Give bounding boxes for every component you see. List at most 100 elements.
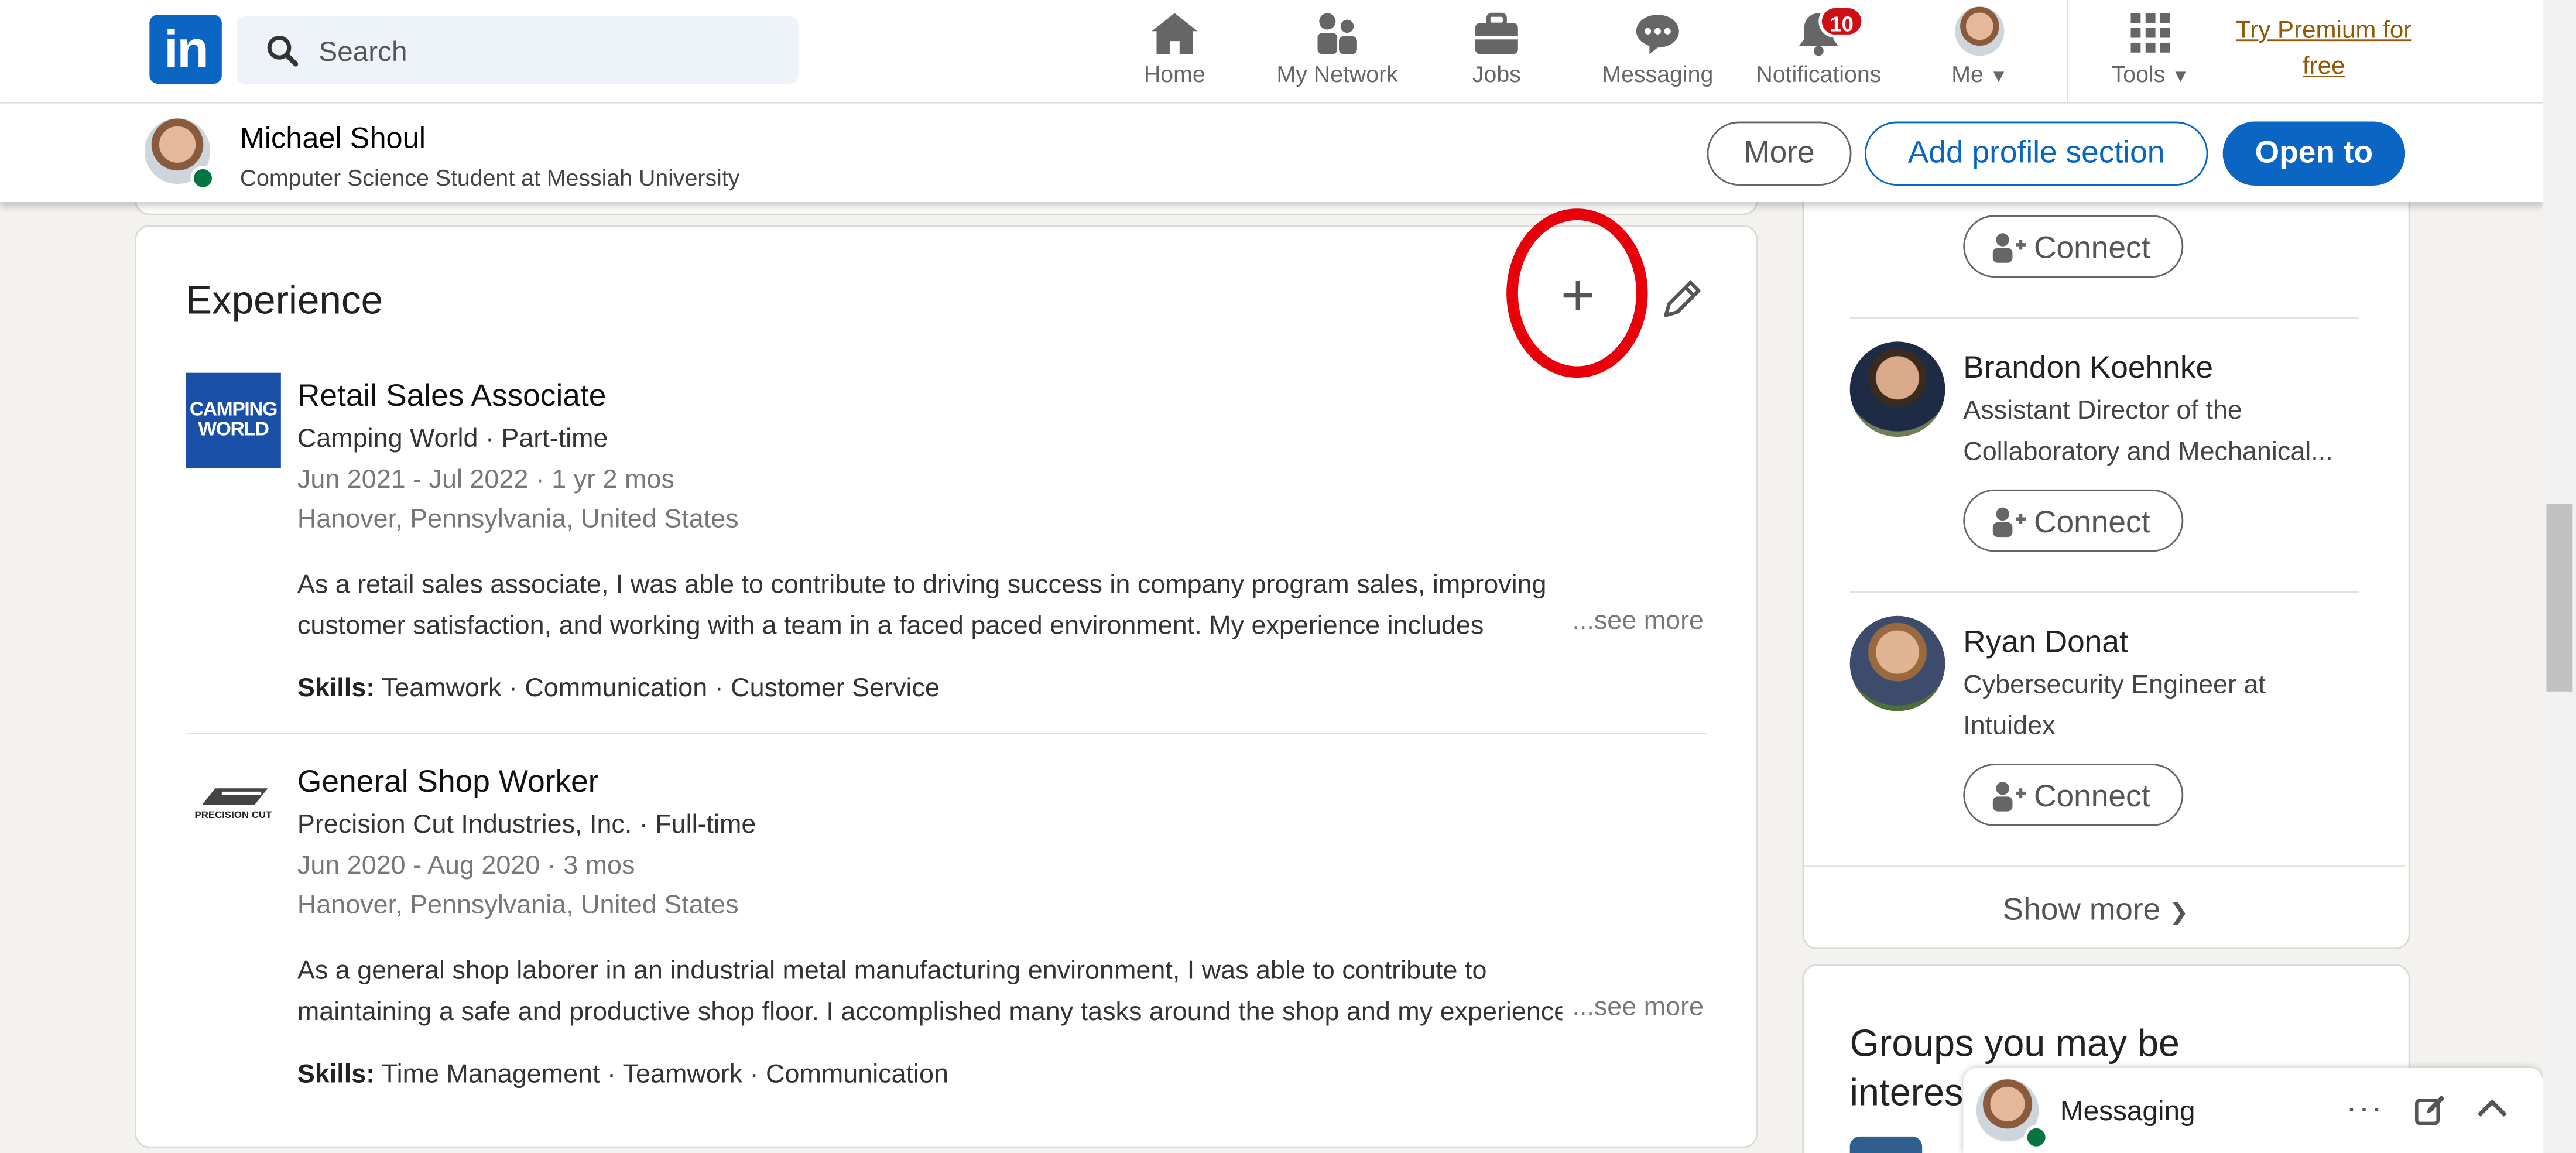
person-name[interactable]: Brandon Koehnke (1963, 351, 2213, 388)
experience-description: As a retail sales associate, I was able … (297, 567, 1563, 647)
chevron-up-icon[interactable] (2476, 1097, 2509, 1120)
nav-my-network[interactable]: My Network (1262, 6, 1413, 95)
experience-skills: Skills: Time Management · Teamwork · Com… (297, 1061, 948, 1090)
group-thumbnail[interactable] (1849, 1136, 1923, 1153)
logo-text: PRECISION CUT (194, 811, 272, 822)
connect-label: Connect (2033, 780, 2150, 815)
messaging-bar[interactable] (1963, 1068, 2543, 1153)
person-headline-line: Collaboratory and Mechanical... (1963, 437, 2333, 466)
experience-dates: Jun 2021 - Jul 2022 · 1 yr 2 mos (297, 466, 674, 495)
profile-name: Michael Shoul (239, 121, 426, 155)
precision-cut-logo[interactable]: PRECISION CUT (186, 758, 281, 854)
nav-tools[interactable]: Tools ▼ (2097, 6, 2205, 95)
scrollbar-thumb[interactable] (2546, 504, 2573, 692)
experience-company: Camping World · Part-time (297, 425, 608, 454)
open-to-button[interactable]: Open to (2222, 121, 2406, 186)
connect-button[interactable]: Connect (1963, 215, 2184, 278)
nav-tools-label: Tools (2111, 60, 2166, 87)
chevron-down-icon: ▼ (1989, 67, 2008, 87)
person-headline-line: Intuidex (1963, 711, 2056, 740)
me-avatar (1955, 6, 2005, 56)
nav-me-label: Me (1951, 60, 1984, 87)
edit-pencil-icon[interactable] (1659, 276, 1705, 322)
connect-button[interactable]: Connect (1963, 764, 2184, 826)
chevron-down-icon: ❯ (2169, 898, 2189, 925)
person-headline-line: Cybersecurity Engineer at (1963, 672, 2266, 700)
description-line: customer satisfaction, and working with … (297, 611, 1484, 640)
network-icon (1317, 13, 1357, 54)
more-options-icon[interactable]: ··· (2346, 1090, 2383, 1128)
search-icon (267, 36, 299, 67)
nav-notifications-label: Notifications (1756, 60, 1882, 87)
logo-text: CAMPING WORLD (189, 397, 278, 440)
search-input[interactable] (315, 29, 782, 76)
chat-icon (1636, 15, 1679, 54)
skills-label: Skills: (297, 1060, 375, 1089)
skills-label: Skills: (297, 675, 375, 703)
home-icon (1152, 13, 1198, 54)
online-status-dot (2024, 1125, 2049, 1150)
search-box[interactable] (237, 16, 799, 84)
nav-home-label: Home (1143, 60, 1205, 87)
nav-me[interactable]: Me ▼ (1926, 6, 2034, 95)
experience-company: Precision Cut Industries, Inc. · Full-ti… (297, 811, 756, 840)
grid-icon (2130, 13, 2170, 53)
add-person-icon (1992, 782, 2026, 812)
premium-line-2: free (2302, 52, 2345, 81)
experience-role[interactable]: General Shop Worker (297, 765, 599, 802)
nav-messaging-label: Messaging (1602, 60, 1714, 87)
briefcase-icon (1475, 12, 1518, 54)
person-divider (1849, 591, 2359, 593)
skills-list: Teamwork · Communication · Customer Serv… (381, 675, 940, 703)
chevron-down-icon: ▼ (2171, 67, 2190, 87)
experience-section-title: Experience (186, 279, 383, 324)
connect-label: Connect (2033, 505, 2150, 540)
precision-cut-mark (202, 788, 268, 805)
card-footer-divider (1804, 865, 2406, 867)
nav-my-network-label: My Network (1276, 60, 1398, 87)
compose-icon[interactable] (2413, 1094, 2446, 1127)
nav-divider (2067, 0, 2068, 102)
people-also-viewed-card (1802, 164, 2410, 950)
experience-role[interactable]: Retail Sales Associate (297, 379, 607, 416)
add-profile-section-button[interactable]: Add profile section (1864, 121, 2208, 186)
person-avatar[interactable] (1849, 341, 1945, 437)
profile-headline: Computer Science Student at Messiah Univ… (239, 164, 740, 191)
highlight-circle (1506, 208, 1648, 378)
show-more-button[interactable]: Show more ❯ (2003, 894, 2188, 930)
groups-title-line: Groups you may be (1849, 1021, 2180, 1065)
add-person-icon (1992, 507, 2026, 538)
add-person-icon (1992, 233, 2026, 263)
experience-dates: Jun 2020 - Aug 2020 · 3 mos (297, 852, 635, 881)
description-line: As a general shop laborer in an industri… (297, 957, 1487, 986)
see-more-link[interactable]: ...see more (1562, 993, 1720, 1024)
nav-jobs-label: Jobs (1472, 60, 1521, 87)
experience-location: Hanover, Pennsylvania, United States (297, 892, 739, 920)
see-more-link[interactable]: ...see more (1562, 607, 1720, 638)
experience-location: Hanover, Pennsylvania, United States (297, 505, 739, 534)
show-more-label: Show more (2002, 893, 2161, 928)
camping-world-logo[interactable]: CAMPING WORLD (186, 372, 281, 468)
notifications-count-badge: 10 (1818, 5, 1865, 38)
connect-button[interactable]: Connect (1963, 489, 2184, 552)
description-line: As a retail sales associate, I was able … (297, 572, 1547, 600)
description-line: maintaining a safe and productive shop f… (297, 997, 1563, 1026)
linkedin-logo-icon[interactable]: in (149, 15, 222, 84)
item-divider (186, 732, 1707, 734)
nav-jobs[interactable]: Jobs (1445, 6, 1547, 95)
connect-label: Connect (2033, 231, 2150, 266)
online-status-dot (190, 166, 215, 191)
person-headline-line: Assistant Director of the (1963, 397, 2242, 426)
try-premium-link[interactable]: Try Premium for free (2221, 13, 2427, 85)
nav-messaging[interactable]: Messaging (1594, 6, 1722, 95)
skills-list: Time Management · Teamwork · Communicati… (381, 1060, 948, 1089)
nav-home[interactable]: Home (1117, 6, 1232, 95)
more-button[interactable]: More (1707, 121, 1852, 186)
person-headline: Cybersecurity Engineer at Intuidex (1963, 667, 2365, 747)
experience-description: As a general shop laborer in an industri… (297, 953, 1563, 1033)
messaging-label[interactable]: Messaging (2060, 1096, 2195, 1128)
premium-line-1: Try Premium for (2236, 16, 2412, 45)
person-headline: Assistant Director of the Collaboratory … (1963, 392, 2365, 473)
person-name[interactable]: Ryan Donat (1963, 626, 2128, 662)
person-avatar[interactable] (1849, 615, 1945, 711)
